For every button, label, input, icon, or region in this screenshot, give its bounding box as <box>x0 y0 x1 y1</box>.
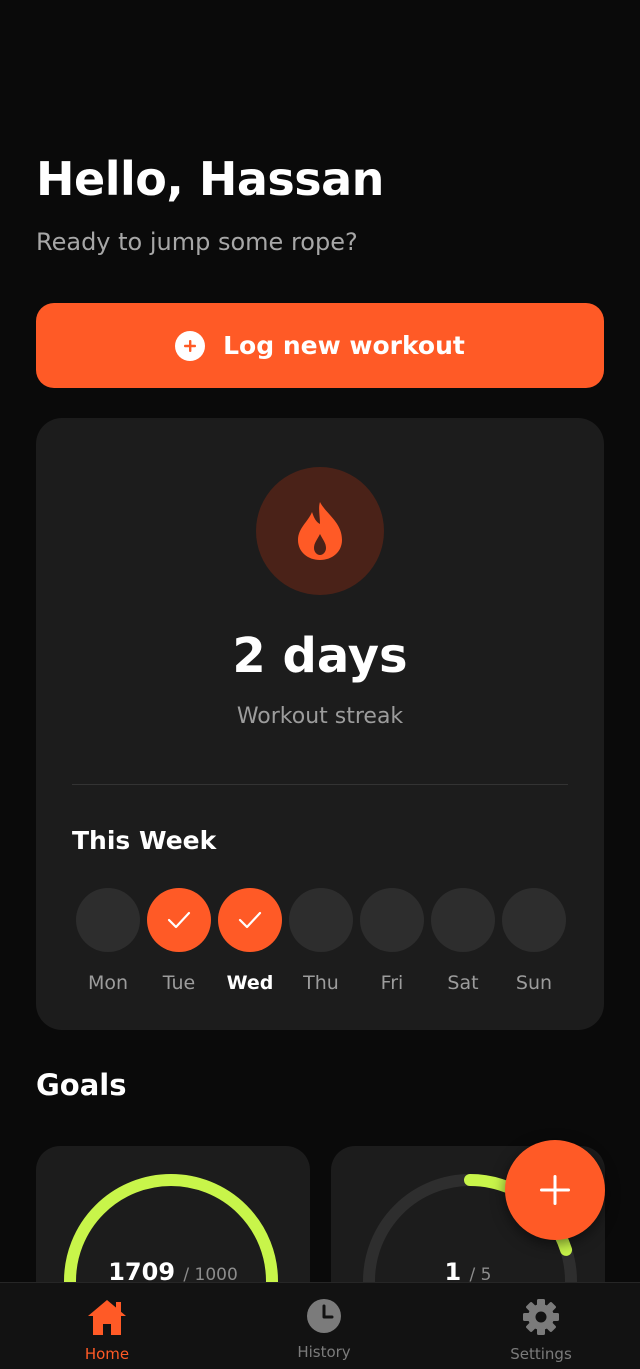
log-new-workout-label: Log new workout <box>223 331 465 360</box>
home-icon <box>88 1300 126 1335</box>
day-indicator <box>360 888 424 952</box>
day-label: Sat <box>447 972 479 994</box>
day-tue: Tue <box>147 888 211 994</box>
divider <box>72 784 568 785</box>
greeting-title: Hello, Hassan <box>36 152 384 206</box>
day-sun: Sun <box>502 888 566 994</box>
day-wed: Wed <box>218 888 282 994</box>
day-sat: Sat <box>431 888 495 994</box>
day-label: Sun <box>515 972 553 994</box>
day-indicator <box>218 888 282 952</box>
goals-title: Goals <box>36 1068 127 1102</box>
clock-icon <box>307 1299 341 1333</box>
bottom-navigation: Home History Settings <box>0 1282 640 1369</box>
nav-label: Home <box>84 1345 130 1363</box>
week-days: Mon Tue Wed Thu Fri Sat Sun <box>76 888 566 994</box>
day-indicator <box>289 888 353 952</box>
add-fab-button[interactable] <box>505 1140 605 1240</box>
day-indicator <box>502 888 566 952</box>
streak-card: 2 days Workout streak This Week Mon Tue <box>36 418 604 1030</box>
day-label: Tue <box>162 972 196 994</box>
flame-icon <box>256 467 384 595</box>
day-thu: Thu <box>289 888 353 994</box>
week-title: This Week <box>72 826 217 855</box>
nav-label: Settings <box>510 1345 572 1363</box>
nav-home[interactable]: Home <box>72 1283 142 1369</box>
streak-label: Workout streak <box>236 704 404 729</box>
gear-icon <box>523 1299 559 1335</box>
day-indicator <box>431 888 495 952</box>
day-indicator <box>147 888 211 952</box>
nav-history[interactable]: History <box>289 1283 359 1369</box>
day-label-today: Wed <box>226 972 274 994</box>
day-label: Thu <box>303 972 339 994</box>
home-screen: Hello, Hassan Ready to jump some rope? L… <box>0 0 640 1369</box>
plus-icon <box>540 1175 570 1205</box>
log-new-workout-button[interactable]: Log new workout <box>36 303 604 388</box>
day-indicator <box>76 888 140 952</box>
streak-value: 2 days <box>232 628 408 684</box>
day-label: Mon <box>87 972 129 994</box>
nav-settings[interactable]: Settings <box>506 1283 576 1369</box>
day-label: Fri <box>380 972 404 994</box>
day-fri: Fri <box>360 888 424 994</box>
check-icon <box>167 911 191 929</box>
nav-label: History <box>297 1343 351 1361</box>
greeting-subtitle: Ready to jump some rope? <box>36 228 358 256</box>
check-icon <box>238 911 262 929</box>
plus-circle-icon <box>175 330 206 361</box>
day-mon: Mon <box>76 888 140 994</box>
